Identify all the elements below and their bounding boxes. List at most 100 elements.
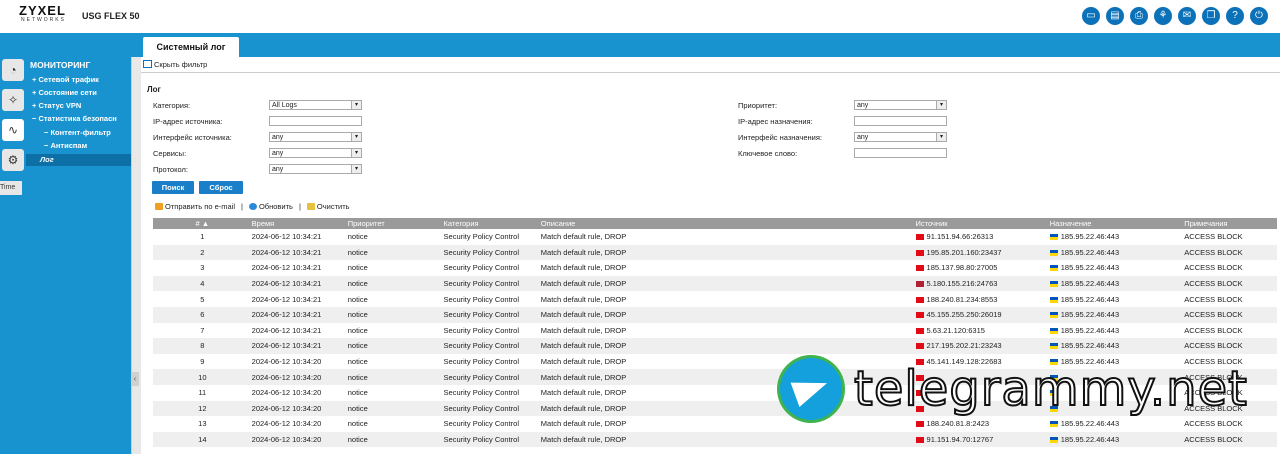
table-cell: 185.95.22.46:443 xyxy=(1046,244,1182,261)
reset-button[interactable]: Сброс xyxy=(199,181,243,194)
sidebar-item-antispam[interactable]: − Антиспам xyxy=(44,141,87,150)
chat-icon[interactable]: ✉ xyxy=(1178,7,1196,25)
column-header[interactable]: Приоритет xyxy=(344,218,441,229)
print-icon[interactable]: ⎙ xyxy=(1130,7,1148,25)
column-header[interactable]: Назначение xyxy=(1046,218,1182,229)
help-icon[interactable]: ? xyxy=(1226,7,1244,25)
network-icon[interactable]: ⚘ xyxy=(1154,7,1172,25)
search-button[interactable]: Поиск xyxy=(152,181,194,194)
table-cell: notice xyxy=(344,416,441,432)
wizard-icon[interactable]: ✧ xyxy=(2,89,24,111)
clear-button[interactable]: Очистить xyxy=(306,202,350,211)
monitor-icon[interactable]: ▭ xyxy=(1082,7,1100,25)
cell-text: 5.63.21.120:6315 xyxy=(926,325,985,335)
column-header[interactable]: Описание xyxy=(537,218,913,229)
logo-brand: ZYXEL xyxy=(19,3,66,18)
right-filter-input[interactable] xyxy=(854,148,947,158)
table-cell: 12 xyxy=(153,400,249,417)
cell-text: 2024-06-12 10:34:21 xyxy=(251,310,322,320)
cell-text: Security Policy Control xyxy=(443,341,519,351)
cell-text: notice xyxy=(347,279,368,289)
table-row[interactable]: 1 2024-06-12 10:34:21 notice Security Polic… xyxy=(153,229,1277,245)
window-icon[interactable]: ▤ xyxy=(1106,7,1124,25)
table-cell: notice xyxy=(344,353,441,370)
left-filter-select[interactable]: any ▾ xyxy=(269,148,362,158)
right-filter-label: Приоритет: xyxy=(738,101,778,110)
cell-text: 13 xyxy=(198,419,207,429)
cell-text: Security Policy Control xyxy=(443,263,519,273)
table-cell: Security Policy Control xyxy=(440,322,538,339)
country-flag-icon xyxy=(915,327,924,334)
table-cell: 195.85.201.160:23437 xyxy=(912,244,1047,261)
chevron-down-icon[interactable]: ▾ xyxy=(351,149,361,157)
table-cell: 185.137.98.80:27005 xyxy=(912,260,1047,276)
cell-text: notice xyxy=(347,325,368,335)
table-row[interactable]: 5 2024-06-12 10:34:21 notice Security Polic… xyxy=(153,291,1277,307)
sidebar-item-content-filter[interactable]: − Контент-фильтр xyxy=(44,128,111,137)
left-filter-input[interactable] xyxy=(269,116,362,126)
cell-text: 2024-06-12 10:34:21 xyxy=(251,325,322,335)
logo-sub: NETWORKS xyxy=(21,17,66,23)
book-icon[interactable]: ❐ xyxy=(1202,7,1220,25)
chevron-down-icon[interactable]: ▾ xyxy=(936,133,946,141)
table-row[interactable]: 6 2024-06-12 10:34:21 notice Security Polic… xyxy=(153,306,1277,323)
country-flag-icon xyxy=(1049,265,1058,272)
cell-text: 2024-06-12 10:34:21 xyxy=(251,294,322,304)
column-header[interactable]: Примечания xyxy=(1181,218,1277,229)
cell-text: notice xyxy=(347,403,368,413)
chevron-down-icon[interactable]: ▾ xyxy=(351,101,361,109)
cell-text: 12 xyxy=(198,403,207,413)
watermark: telegrammy.net xyxy=(780,352,1248,426)
cell-text: 5 xyxy=(200,294,205,304)
table-cell: 185.95.22.46:443 xyxy=(1046,291,1182,307)
refresh-button[interactable]: Обновить xyxy=(248,202,293,211)
table-cell: Security Policy Control xyxy=(440,244,538,261)
left-filter-select[interactable]: any ▾ xyxy=(269,132,362,142)
left-filter-select[interactable]: All Logs ▾ xyxy=(269,100,362,110)
monitor-pulse-icon[interactable]: ∿ xyxy=(2,119,24,141)
sidebar-item-network-status[interactable]: + Состояние сети xyxy=(32,88,97,97)
hide-filter-link[interactable]: Скрыть фильтр xyxy=(143,60,207,69)
country-flag-icon xyxy=(915,437,924,444)
table-row[interactable]: 2 2024-06-12 10:34:21 notice Security Polic… xyxy=(153,244,1277,261)
settings-gear-icon[interactable]: ⚙ xyxy=(2,149,24,171)
column-header[interactable]: Время xyxy=(248,218,345,229)
right-filter-input[interactable] xyxy=(854,116,947,126)
table-cell: notice xyxy=(344,322,441,339)
power-icon[interactable]: ⏻ xyxy=(1250,7,1268,25)
email-button[interactable]: Отправить по e-mail xyxy=(155,202,235,211)
right-filter-select[interactable]: any ▾ xyxy=(854,100,947,110)
cell-text: 2 xyxy=(200,247,205,257)
column-header[interactable]: Категория xyxy=(440,218,538,229)
chevron-down-icon[interactable]: ▾ xyxy=(351,165,361,173)
column-header[interactable]: Источник xyxy=(912,218,1047,229)
left-filter-select[interactable]: any ▾ xyxy=(269,164,362,174)
table-row[interactable]: 4 2024-06-12 10:34:21 notice Security Polic… xyxy=(153,275,1277,292)
zyxel-logo[interactable]: ZYXEL NETWORKS xyxy=(19,4,71,23)
table-row[interactable]: 3 2024-06-12 10:34:21 notice Security Polic… xyxy=(153,260,1277,276)
hide-filter-label: Скрыть фильтр xyxy=(154,60,208,69)
column-header[interactable]: # ▲ xyxy=(153,218,249,229)
cell-text: Security Policy Control xyxy=(443,247,519,257)
table-cell: 188.240.81.234:8553 xyxy=(912,291,1047,307)
cell-text: Match default rule, DROP xyxy=(540,279,627,289)
cell-text: Security Policy Control xyxy=(443,419,519,429)
right-filter-select[interactable]: any ▾ xyxy=(854,132,947,142)
sidebar-item-log[interactable]: Лог xyxy=(40,155,54,164)
sidebar-item-vpn-status[interactable]: + Статус VPN xyxy=(32,101,81,110)
cell-text: Match default rule, DROP xyxy=(540,372,627,382)
table-cell: 1 xyxy=(153,229,249,245)
sidebar-item-security-stats[interactable]: − Статистика безопасн xyxy=(32,114,117,123)
dashboard-icon[interactable]: ◔ xyxy=(2,59,24,81)
sidebar-item-network-traffic[interactable]: + Сетевой трафик xyxy=(32,75,99,84)
collapse-sidebar-handle[interactable]: ‹ xyxy=(131,372,139,386)
watermark-text: telegrammy.net xyxy=(853,360,1248,418)
tab-system-log[interactable]: Системный лог xyxy=(143,37,239,57)
table-cell: 185.95.22.46:443 xyxy=(1046,306,1182,323)
table-row[interactable]: 14 2024-06-12 10:34:20 notice Security Poli… xyxy=(153,431,1277,448)
chevron-down-icon[interactable]: ▾ xyxy=(936,101,946,109)
table-cell: 2024-06-12 10:34:20 xyxy=(248,431,345,448)
table-cell: 185.95.22.46:443 xyxy=(1046,229,1182,245)
chevron-down-icon[interactable]: ▾ xyxy=(351,133,361,141)
table-row[interactable]: 7 2024-06-12 10:34:21 notice Security Polic… xyxy=(153,322,1277,339)
